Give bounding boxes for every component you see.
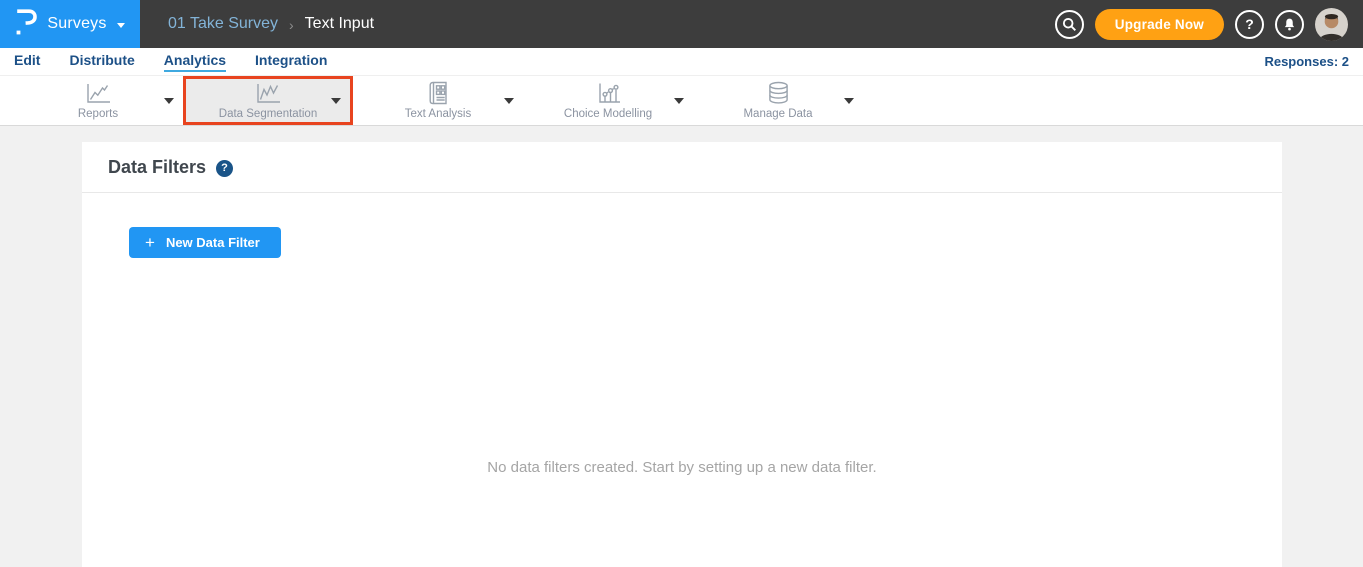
breadcrumb-separator-icon: ›	[289, 17, 294, 33]
plus-icon: +	[145, 236, 155, 249]
chevron-down-icon[interactable]	[674, 98, 684, 104]
user-avatar[interactable]	[1315, 8, 1348, 41]
data-filters-card: Data Filters ? + New Data Filter No data…	[82, 142, 1282, 567]
card-header: Data Filters ?	[82, 142, 1282, 193]
tab-edit[interactable]: Edit	[14, 52, 40, 72]
toolbar-item-label: Reports	[78, 108, 118, 120]
proprofs-logo-icon	[15, 8, 37, 41]
breadcrumb-page-name: Text Input	[305, 15, 374, 33]
notifications-button[interactable]	[1275, 10, 1304, 39]
help-button[interactable]: ?	[1235, 10, 1264, 39]
upgrade-now-button[interactable]: Upgrade Now	[1095, 9, 1224, 40]
toolbar-item-text-analysis[interactable]: Text Analysis	[353, 76, 523, 125]
breadcrumb: 01 Take Survey › Text Input	[168, 0, 374, 48]
card-body: + New Data Filter No data filters create…	[82, 193, 1282, 476]
tab-analytics[interactable]: Analytics	[164, 52, 226, 72]
chevron-down-icon[interactable]	[164, 98, 174, 104]
topbar-actions: Upgrade Now ?	[1055, 0, 1363, 48]
toolbar-item-label: Text Analysis	[405, 108, 471, 120]
database-icon	[767, 81, 790, 105]
breadcrumb-survey-name[interactable]: 01 Take Survey	[168, 15, 278, 33]
help-icon[interactable]: ?	[216, 160, 233, 177]
line-chart-icon	[85, 82, 111, 105]
chevron-down-icon[interactable]	[331, 98, 341, 104]
segmentation-chart-icon	[255, 82, 281, 105]
topbar: Surveys 01 Take Survey › Text Input Upgr…	[0, 0, 1363, 48]
tab-distribute[interactable]: Distribute	[69, 52, 134, 72]
app-name: Surveys	[47, 15, 106, 33]
new-data-filter-label: New Data Filter	[166, 235, 260, 250]
page-title: Data Filters	[108, 157, 206, 178]
chevron-down-icon[interactable]	[504, 98, 514, 104]
new-data-filter-button[interactable]: + New Data Filter	[129, 227, 281, 258]
toolbar-item-choice-modelling[interactable]: Choice Modelling	[523, 76, 693, 125]
survey-subnav: Edit Distribute Analytics Integration Re…	[0, 48, 1363, 76]
tab-integration[interactable]: Integration	[255, 52, 327, 72]
toolbar-item-reports[interactable]: Reports	[13, 76, 183, 125]
toolbar-item-label: Data Segmentation	[219, 108, 317, 120]
scatter-chart-icon	[596, 82, 621, 105]
chevron-down-icon[interactable]	[844, 98, 854, 104]
document-grid-icon	[427, 81, 449, 105]
toolbar-item-manage-data[interactable]: Manage Data	[693, 76, 863, 125]
analytics-toolbar: Reports Data Segmentation Text Analysis	[0, 76, 1363, 126]
main-content: Data Filters ? + New Data Filter No data…	[0, 126, 1363, 567]
toolbar-item-label: Choice Modelling	[564, 108, 652, 120]
button-row: + New Data Filter	[82, 193, 1282, 258]
search-button[interactable]	[1055, 10, 1084, 39]
bell-icon	[1282, 17, 1297, 32]
empty-state-message: No data filters created. Start by settin…	[82, 459, 1282, 476]
app-switcher[interactable]: Surveys	[0, 0, 140, 48]
responses-count[interactable]: Responses: 2	[1264, 54, 1349, 69]
chevron-down-icon	[117, 23, 125, 28]
search-icon	[1062, 17, 1077, 32]
toolbar-item-label: Manage Data	[743, 108, 812, 120]
toolbar-item-data-segmentation[interactable]: Data Segmentation	[183, 76, 353, 125]
